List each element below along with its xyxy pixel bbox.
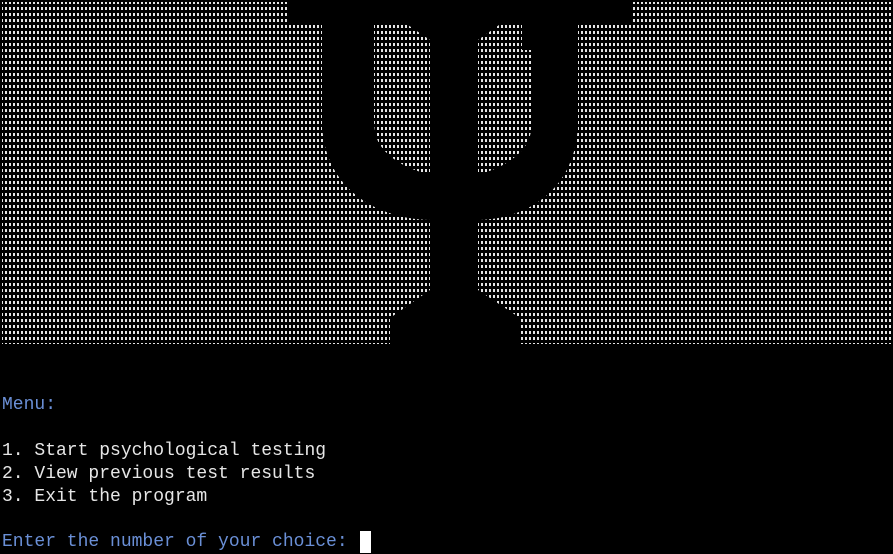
text-cursor[interactable] [360, 531, 372, 553]
psi-symbol-icon [2, 0, 891, 350]
input-prompt-row[interactable]: Enter the number of your choice: [2, 531, 372, 553]
ascii-art-banner [0, 0, 893, 350]
menu-option-exit: 3. Exit the program [2, 487, 208, 507]
terminal-window: Menu: 1. Start psychological testing 2. … [0, 0, 893, 554]
prompt-label: Enter the number of your choice: [2, 532, 359, 552]
menu-title: Menu: [2, 395, 57, 415]
menu-option-view-results: 2. View previous test results [2, 464, 316, 484]
menu-option-start-testing: 1. Start psychological testing [2, 441, 327, 461]
